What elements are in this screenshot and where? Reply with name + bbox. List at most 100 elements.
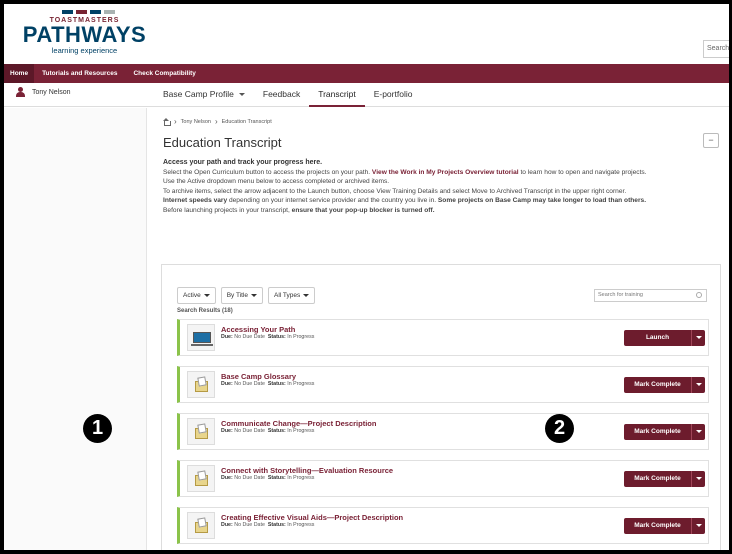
action-dropdown-button[interactable] xyxy=(691,471,705,487)
laptop-icon xyxy=(191,332,213,346)
chevron-down-icon xyxy=(238,93,245,97)
item-action-group: Launch xyxy=(624,330,705,346)
item-thumbnail[interactable] xyxy=(187,324,215,351)
item-thumbnail[interactable] xyxy=(187,371,215,398)
action-dropdown-button[interactable] xyxy=(691,377,705,393)
intro-p1-after: to learn how to open and navigate projec… xyxy=(518,168,647,176)
item-thumbnail[interactable] xyxy=(187,465,215,492)
intro-p4-bold2: Some projects on Base Camp may take long… xyxy=(437,197,647,204)
tab-label: Base Camp Profile xyxy=(163,89,234,99)
intro-p5-bold: ensure that your pop-up blocker is turne… xyxy=(291,206,435,214)
transcript-item: Accessing Your Path Due: No Due Date Sta… xyxy=(177,319,709,356)
left-sidebar xyxy=(4,108,147,550)
item-thumbnail[interactable] xyxy=(187,418,215,445)
user-name: Tony Nelson xyxy=(32,89,71,96)
transcript-panel: Active By Title All Types Search for tra… xyxy=(161,264,721,550)
item-meta: Due: No Due Date Status: In Progress xyxy=(221,475,315,481)
nav-check-compatibility[interactable]: Check Compatibility xyxy=(125,64,203,83)
user-menu[interactable]: Tony Nelson xyxy=(16,87,71,98)
chevron-right-icon: › xyxy=(214,117,218,126)
item-title-link[interactable]: Accessing Your Path xyxy=(221,325,295,334)
breadcrumb-page: Education Transcript xyxy=(221,118,272,125)
item-title-link[interactable]: Creating Effective Visual Aids—Project D… xyxy=(221,513,403,522)
tab-feedback[interactable]: Feedback xyxy=(254,83,309,107)
chevron-right-icon: › xyxy=(174,117,177,126)
intro-p3: To archive items, select the arrow adjac… xyxy=(163,187,627,195)
transcript-item: Base Camp Glossary Due: No Due Date Stat… xyxy=(177,366,709,403)
filter-label: Active xyxy=(183,292,201,299)
filter-label: By Title xyxy=(226,292,249,299)
item-title-link[interactable]: Connect with Storytelling—Evaluation Res… xyxy=(221,466,393,475)
transcript-item: Communicate Change—Project Description D… xyxy=(177,413,709,450)
document-icon xyxy=(195,428,208,439)
chevron-down-icon xyxy=(251,293,258,297)
item-action-group: Mark Complete xyxy=(624,377,705,393)
intro-heading: Access your path and track your progress… xyxy=(163,159,323,166)
mark-complete-button[interactable]: Mark Complete xyxy=(624,518,691,534)
intro-text: Access your path and track your progress… xyxy=(163,158,718,215)
training-search-input[interactable]: Search for training xyxy=(594,289,707,302)
status-filter-dropdown[interactable]: Active xyxy=(177,287,216,304)
breadcrumb-user[interactable]: Tony Nelson xyxy=(181,119,211,125)
profile-tabs: Base Camp Profile Feedback Transcript E-… xyxy=(154,83,421,107)
main-nav: Home Tutorials and Resources Check Compa… xyxy=(4,64,729,83)
header: TOASTMASTERS PATHWAYS learning experienc… xyxy=(4,4,729,64)
action-dropdown-button[interactable] xyxy=(691,330,705,346)
intro-p4-mid: depending on your internet service provi… xyxy=(227,197,438,204)
mark-complete-button[interactable]: Mark Complete xyxy=(624,424,691,440)
item-action-group: Mark Complete xyxy=(624,471,705,487)
page-title: Education Transcript xyxy=(163,135,282,150)
breadcrumb: › Tony Nelson › Education Transcript xyxy=(163,117,272,126)
home-icon[interactable] xyxy=(163,118,171,126)
global-search-input[interactable]: Search xyxy=(703,40,729,58)
document-icon xyxy=(195,381,208,392)
tutorial-link[interactable]: View the Work in My Projects Overview tu… xyxy=(372,169,519,176)
transcript-item: Connect with Storytelling—Evaluation Res… xyxy=(177,460,709,497)
transcript-item: Creating Effective Visual Aids—Project D… xyxy=(177,507,709,544)
sort-filter-dropdown[interactable]: By Title xyxy=(220,287,264,304)
chevron-down-icon xyxy=(303,293,310,297)
callout-marker-2: 2 xyxy=(545,414,574,443)
intro-p1-before: Select the Open Curriculum button to acc… xyxy=(163,168,372,176)
mark-complete-button[interactable]: Mark Complete xyxy=(624,471,691,487)
app-window: TOASTMASTERS PATHWAYS learning experienc… xyxy=(4,4,729,550)
intro-p4-bold: Internet speeds vary xyxy=(163,197,228,204)
nav-home[interactable]: Home xyxy=(4,64,35,83)
intro-p2: Use the Active dropdown menu below to ac… xyxy=(163,178,390,185)
filter-label: All Types xyxy=(274,292,301,299)
main-content: › Tony Nelson › Education Transcript Edu… xyxy=(147,108,729,550)
type-filter-dropdown[interactable]: All Types xyxy=(268,287,316,304)
chevron-down-icon xyxy=(203,293,210,297)
nav-tutorials-resources[interactable]: Tutorials and Resources xyxy=(34,64,125,83)
action-dropdown-button[interactable] xyxy=(691,424,705,440)
tab-base-camp-profile[interactable]: Base Camp Profile xyxy=(154,83,254,107)
tab-transcript[interactable]: Transcript xyxy=(309,83,365,107)
callout-marker-1: 1 xyxy=(83,414,112,443)
mark-complete-button[interactable]: Mark Complete xyxy=(624,377,691,393)
logo-bars xyxy=(62,10,152,14)
logo-sub-text: learning experience xyxy=(51,46,118,55)
filter-bar: Active By Title All Types xyxy=(177,287,316,304)
document-icon xyxy=(195,475,208,486)
action-dropdown-button[interactable] xyxy=(691,518,705,534)
tab-e-portfolio[interactable]: E-portfolio xyxy=(365,83,422,107)
document-icon xyxy=(195,522,208,533)
launch-button[interactable]: Launch xyxy=(624,330,691,346)
item-meta: Due: No Due Date Status: In Progress xyxy=(221,522,315,528)
item-meta: Due: No Due Date Status: In Progress xyxy=(221,381,315,387)
logo-main-text: PATHWAYS xyxy=(22,22,147,47)
search-icon[interactable] xyxy=(696,292,702,298)
item-thumbnail[interactable] xyxy=(187,512,215,539)
item-meta: Due: No Due Date Status: In Progress xyxy=(221,334,315,340)
item-action-group: Mark Complete xyxy=(624,424,705,440)
item-meta: Due: No Due Date Status: In Progress xyxy=(221,428,315,434)
item-action-group: Mark Complete xyxy=(624,518,705,534)
pathways-logo[interactable]: TOASTMASTERS PATHWAYS learning experienc… xyxy=(22,10,152,62)
user-icon xyxy=(16,87,25,98)
collapse-button[interactable]: − xyxy=(703,133,719,148)
results-count: Search Results (18) xyxy=(177,308,233,314)
intro-p5-before: Before launching projects in your transc… xyxy=(163,206,292,214)
item-title-link[interactable]: Communicate Change—Project Description xyxy=(221,419,376,428)
user-bar: Tony Nelson Base Camp Profile Feedback T… xyxy=(4,83,729,107)
item-title-link[interactable]: Base Camp Glossary xyxy=(221,372,296,381)
